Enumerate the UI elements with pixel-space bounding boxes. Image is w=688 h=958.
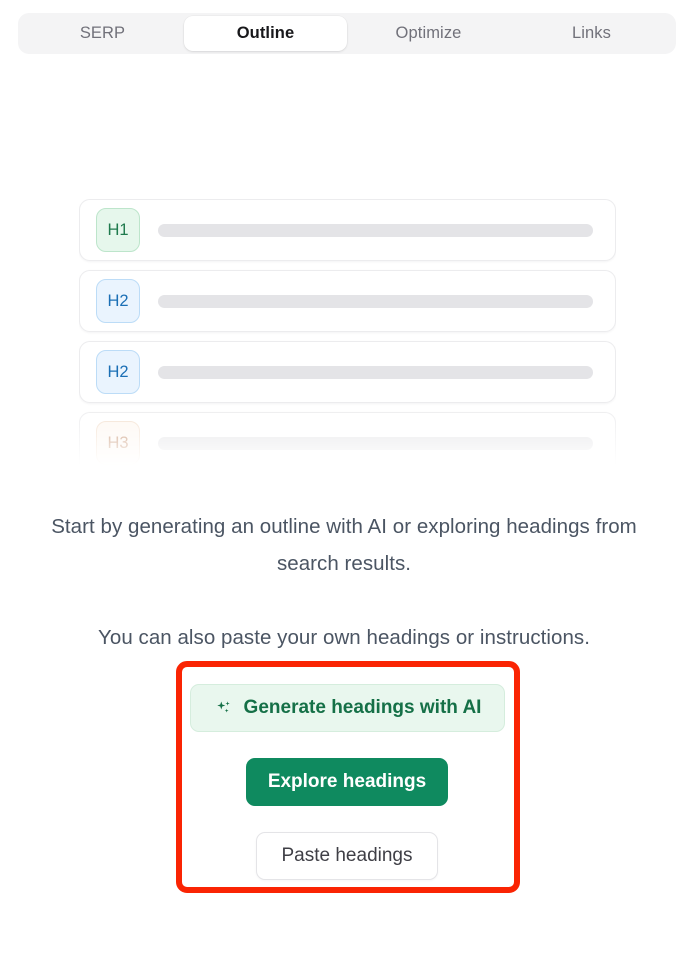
explore-headings-button[interactable]: Explore headings <box>246 758 448 806</box>
heading-level-badge-h2: H2 <box>96 350 140 394</box>
outline-row: H2 <box>79 341 616 403</box>
tab-serp-label: SERP <box>79 24 126 42</box>
tab-serp[interactable]: SERP <box>21 16 184 51</box>
empty-state-secondary-text: You can also paste your own headings or … <box>98 626 590 649</box>
tab-outline[interactable]: Outline <box>184 16 347 51</box>
outline-row: H1 <box>79 199 616 261</box>
heading-placeholder-bar <box>158 223 593 237</box>
paste-headings-button[interactable]: Paste headings <box>256 832 438 880</box>
generate-headings-with-ai-label: Generate headings with AI <box>243 697 482 718</box>
heading-level-badge-h2: H2 <box>96 279 140 323</box>
heading-level-badge-h1: H1 <box>96 208 140 252</box>
empty-state-copy: Start by generating an outline with AI o… <box>30 508 658 656</box>
tab-outline-label: Outline <box>236 24 295 42</box>
outline-panel: SERP Outline Optimize Links H1 H2 H2 H3 <box>0 0 688 958</box>
heading-placeholder-bar <box>158 365 593 379</box>
generate-headings-with-ai-button[interactable]: Generate headings with AI <box>190 684 505 732</box>
heading-level-badge-h3: H3 <box>96 421 140 465</box>
paste-headings-label: Paste headings <box>281 845 413 866</box>
sparkles-icon <box>214 699 233 718</box>
tab-links-label: Links <box>571 24 612 42</box>
heading-placeholder-bar <box>158 294 593 308</box>
explore-headings-label: Explore headings <box>267 771 427 792</box>
empty-state-primary-text: Start by generating an outline with AI o… <box>51 515 637 575</box>
tab-links[interactable]: Links <box>510 16 673 51</box>
tab-optimize[interactable]: Optimize <box>347 16 510 51</box>
outline-row: H2 <box>79 270 616 332</box>
heading-placeholder-bar <box>158 436 593 450</box>
tab-bar: SERP Outline Optimize Links <box>18 13 676 54</box>
outline-row: H3 <box>79 412 616 465</box>
tab-optimize-label: Optimize <box>395 24 462 42</box>
outline-skeleton-preview: H1 H2 H2 H3 <box>79 199 616 465</box>
